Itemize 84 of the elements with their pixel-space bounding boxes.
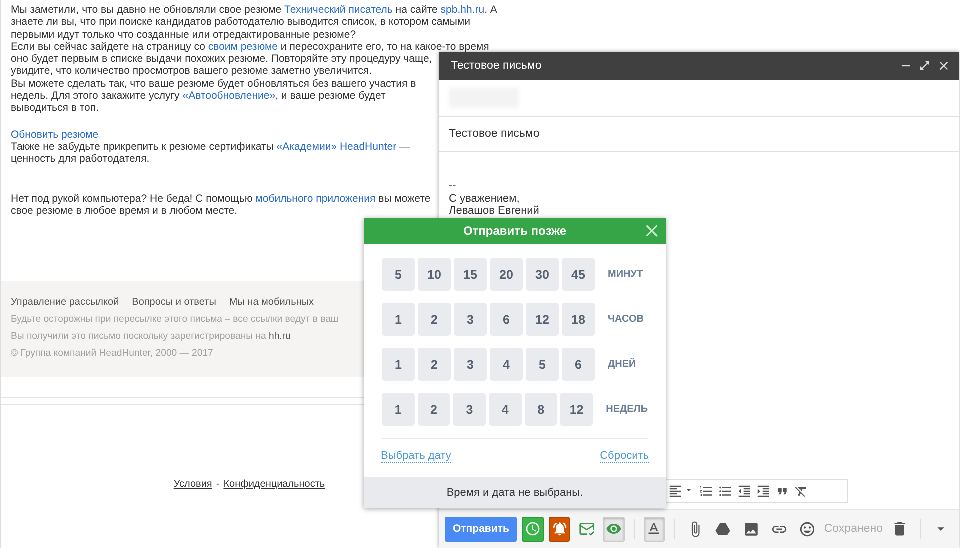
numbered-list-icon[interactable]	[699, 484, 714, 498]
email-text: знаете ли вы, что при поиске кандидатов работодателю выводится список, в котором самыми	[11, 16, 471, 29]
signature-line: С уважением,	[449, 192, 520, 205]
footer-link[interactable]: Мы на мобильных	[229, 297, 314, 308]
unit-label: МИНУТ	[608, 269, 644, 280]
email-text: Если вы сейчас зайдете на страницу со своим резюме и пересохраните его, то на какое-то время	[11, 40, 490, 54]
separator-text: -	[216, 479, 220, 490]
email-text: Также не забудьте прикрепить к резюме сертификаты «Академии» HeadHunter —	[11, 140, 410, 154]
email-text: оно будет первым в списке выдачи похожих резюме. Повторяйте эту процедуру чаще,	[11, 53, 432, 66]
delay-option[interactable]: 1	[382, 303, 415, 336]
delay-option[interactable]: 6	[562, 348, 595, 381]
send-button[interactable]: Отправить	[445, 516, 518, 542]
eye-button[interactable]	[603, 516, 625, 542]
email-text: недель. Для этого закажите услугу «Автообновление», и ваше резюме будет	[11, 90, 386, 102]
delay-option[interactable]: 3	[454, 303, 487, 336]
delay-option[interactable]: 1	[382, 393, 415, 426]
schedule-status: Время и дата не выбраны.	[446, 486, 584, 498]
text-format-button[interactable]	[644, 516, 665, 542]
envelope-check-icon[interactable]	[578, 521, 595, 537]
delay-option[interactable]: 4	[489, 393, 522, 426]
delay-option[interactable]: 1	[382, 348, 415, 381]
outdent-icon[interactable]	[737, 484, 752, 498]
footer-link[interactable]: Вопросы и ответы	[132, 297, 216, 308]
email-link[interactable]: Обновить резюме	[11, 128, 99, 141]
email-text: Вы можете сделать так, что ваше резюме будет обновляться без вашего участия в	[11, 78, 416, 90]
delay-option[interactable]: 5	[526, 348, 559, 381]
email-link[interactable]: своим резюме	[208, 40, 278, 53]
delay-option[interactable]: 4	[490, 348, 523, 381]
email-text: увидите, что количество просмотров вашего резюме заметно увеличится.	[11, 65, 372, 78]
delay-option[interactable]: 30	[526, 258, 559, 291]
delay-option[interactable]: 5	[382, 258, 415, 291]
email-link[interactable]: Технический писатель	[284, 4, 393, 16]
delay-option[interactable]: 20	[490, 258, 523, 291]
email-link[interactable]: «Автообновление»	[182, 90, 276, 102]
footer-link[interactable]: Управление рассылкой	[11, 297, 120, 308]
popup-title: Отправить позже	[463, 224, 567, 238]
footer-note: Вы получили это письмо поскольку зарегистрированы на hh.ru	[11, 331, 291, 342]
clock-icon	[525, 521, 542, 537]
email-link[interactable]: «Академии» HeadHunter	[276, 140, 397, 153]
email-text: Мы заметили, что вы давно не обновляли свое резюме Технический писатель на сайте spb.hh.ru. А	[11, 4, 498, 16]
email-link[interactable]: spb.hh.ru	[440, 4, 485, 16]
delay-option[interactable]: 12	[560, 393, 594, 426]
delay-option[interactable]: 12	[526, 303, 559, 336]
email-text: ценность для работодателя.	[11, 153, 150, 166]
delay-option[interactable]: 3	[454, 348, 487, 381]
delay-option[interactable]: 3	[453, 393, 486, 426]
email-text: свое резюме в любое время и в любом месте.	[11, 204, 238, 218]
reminder-button[interactable]	[548, 516, 570, 542]
emoji-icon[interactable]	[799, 520, 816, 538]
expand-icon[interactable]	[919, 60, 931, 72]
indent-icon[interactable]	[756, 484, 771, 498]
bell-icon	[552, 521, 568, 537]
photo-icon[interactable]	[743, 520, 760, 538]
email-link[interactable]: мобильного приложения	[256, 192, 376, 205]
email-text: выводиться в топ.	[11, 102, 99, 115]
delay-option[interactable]: 10	[418, 258, 451, 291]
align-left-icon[interactable]	[668, 484, 683, 498]
delay-option[interactable]: 6	[490, 303, 523, 336]
signature-line: Левашов Евгений	[449, 205, 540, 218]
delay-option[interactable]: 45	[562, 258, 595, 291]
window-title: Тестовое письмо	[451, 60, 543, 72]
terms-link[interactable]: Условия	[174, 479, 212, 490]
delay-option[interactable]: 2	[418, 303, 451, 336]
delay-option[interactable]: 18	[562, 303, 595, 336]
delay-option[interactable]: 2	[418, 393, 450, 426]
delay-option[interactable]: 15	[454, 258, 487, 291]
email-text: Нет под рукой компьютера? Не беда! С помощью мобильного приложения вы можете	[11, 192, 431, 205]
pick-date-link[interactable]: Выбрать дату	[381, 450, 452, 463]
email-text: первыми идут только что созданные или отредактированные резюме?	[11, 28, 356, 41]
subject-field[interactable]: Тестовое письмо	[449, 128, 540, 140]
unit-label: ЧАСОВ	[608, 314, 644, 325]
reset-link[interactable]: Сбросить	[600, 450, 649, 463]
privacy-link[interactable]: Конфиденциальность	[224, 479, 326, 490]
footer-note: Будьте осторожны при пересылке этого письма – все ссылки ведут в ваш	[11, 314, 339, 326]
unit-label: НЕДЕЛЬ	[606, 404, 648, 415]
signature-line: --	[449, 180, 456, 192]
saved-status: Сохранено	[824, 523, 883, 535]
unit-label: ДНЕЙ	[608, 359, 636, 370]
close-icon[interactable]	[937, 59, 951, 73]
delay-option[interactable]: 8	[524, 393, 558, 426]
eye-icon	[606, 521, 622, 537]
clock-button[interactable]	[522, 516, 544, 542]
copyright-text: © Группа компаний HeadHunter, 2000 — 2017	[11, 348, 214, 360]
delay-option[interactable]: 2	[418, 348, 451, 381]
